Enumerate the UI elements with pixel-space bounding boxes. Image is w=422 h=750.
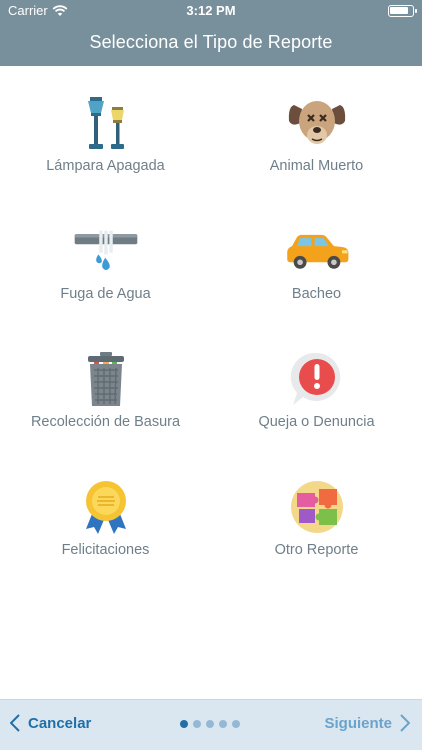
page-dot — [180, 720, 188, 728]
cancel-label: Cancelar — [28, 714, 92, 732]
car-pothole-icon — [284, 220, 350, 282]
puzzle-icon — [284, 476, 350, 538]
report-option-lamp[interactable]: Lámpara Apagada — [0, 66, 211, 194]
page-dot — [193, 720, 201, 728]
cancel-button[interactable]: Cancelar — [10, 714, 91, 732]
page-indicator — [180, 720, 240, 728]
next-label: Siguiente — [324, 714, 392, 732]
report-option-other[interactable]: Otro Reporte — [211, 450, 422, 578]
award-ribbon-icon — [73, 476, 139, 538]
report-option-complaint[interactable]: Queja o Denuncia — [211, 322, 422, 450]
report-option-pothole[interactable]: Bacheo — [211, 194, 422, 322]
chevron-right-icon — [400, 714, 410, 732]
trash-can-icon — [73, 348, 139, 410]
alert-bubble-icon — [284, 348, 350, 410]
water-leak-pipe-icon — [73, 220, 139, 282]
report-option-dead-animal[interactable]: Animal Muerto — [211, 66, 422, 194]
header: Carrier 3:12 PM Selecciona el Tipo de Re… — [0, 0, 422, 66]
next-button[interactable]: Siguiente — [324, 714, 410, 732]
battery-icon — [388, 5, 417, 17]
report-option-label: Animal Muerto — [269, 158, 364, 174]
report-option-water-leak[interactable]: Fuga de Agua — [0, 194, 211, 322]
page-dot — [219, 720, 227, 728]
status-bar: Carrier 3:12 PM — [0, 0, 422, 22]
report-option-label: Felicitaciones — [61, 542, 150, 558]
street-lamp-icon — [73, 92, 139, 154]
page-dot — [232, 720, 240, 728]
report-option-congratulations[interactable]: Felicitaciones — [0, 450, 211, 578]
dead-dog-icon — [284, 92, 350, 154]
page-dot — [206, 720, 214, 728]
report-option-label: Otro Reporte — [274, 542, 359, 558]
report-option-label: Lámpara Apagada — [46, 158, 165, 174]
clock: 3:12 PM — [186, 3, 236, 18]
chevron-left-icon — [10, 714, 20, 732]
report-option-garbage[interactable]: Recolección de Basura — [0, 322, 211, 450]
report-option-label: Fuga de Agua — [60, 286, 151, 302]
report-option-label: Bacheo — [291, 286, 342, 302]
page-title: Selecciona el Tipo de Reporte — [89, 32, 333, 52]
bottom-bar: Cancelar Siguiente — [0, 699, 422, 750]
battery-fill — [390, 7, 408, 14]
report-option-label: Recolección de Basura — [30, 414, 181, 430]
report-option-label: Queja o Denuncia — [258, 414, 375, 430]
